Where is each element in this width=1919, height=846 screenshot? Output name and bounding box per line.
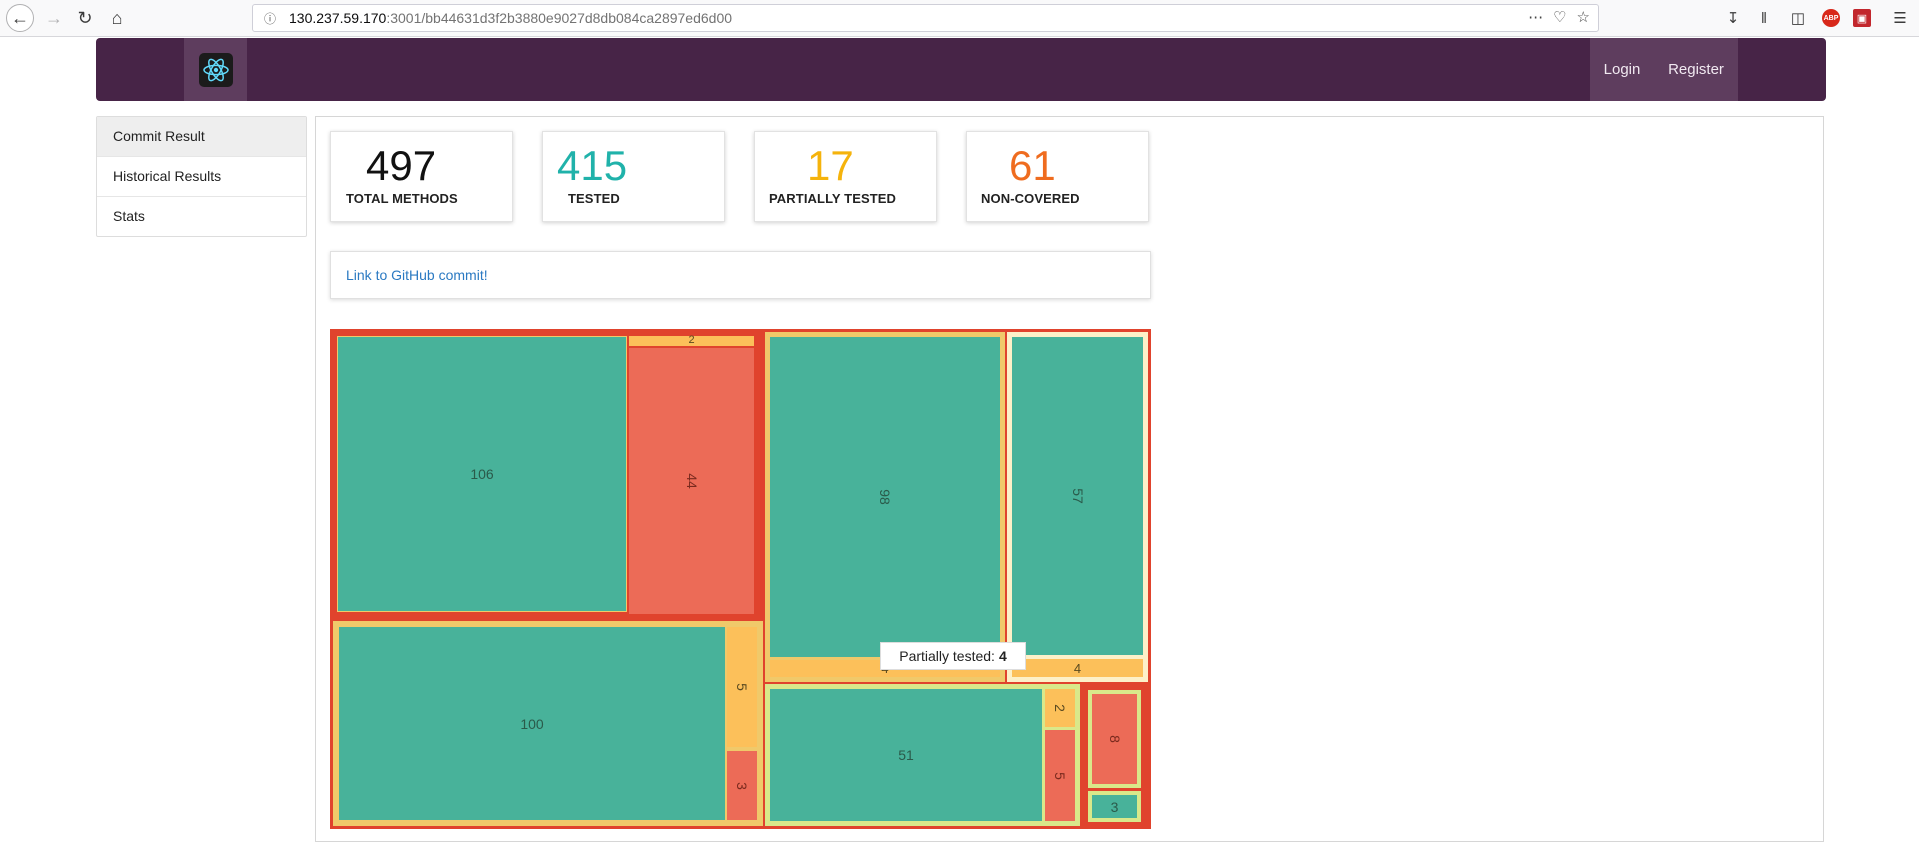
download-icon[interactable]: ↧	[1721, 6, 1745, 30]
treemap-cell-value: 8	[1106, 735, 1123, 743]
stat-label: NON-COVERED	[981, 191, 1080, 206]
page-actions-icon[interactable]: ⋯	[1528, 8, 1543, 26]
sidebar-item-stats[interactable]: Stats	[97, 196, 306, 236]
treemap-cell-partial[interactable]: 4	[1012, 659, 1143, 677]
treemap-cell-uncovered[interactable]: 44	[629, 348, 754, 614]
treemap-cell-partial[interactable]: 2	[1045, 689, 1075, 727]
stat-value: 497	[366, 142, 437, 189]
coverage-treemap: 2 106 44 100 5 3 98 4 57 4 51 2 5 8 3	[330, 329, 1151, 829]
stat-card-non-covered: 61 NON-COVERED	[966, 131, 1149, 222]
reload-icon[interactable]: ↻	[71, 4, 99, 32]
library-icon[interactable]: ‖	[1752, 6, 1776, 30]
url-host: 130.237.59.170	[289, 10, 387, 26]
stat-card-total-methods: 497 TOTAL METHODS	[330, 131, 513, 222]
stat-value: 17	[807, 142, 854, 189]
forward-arrow-icon[interactable]: →	[40, 4, 68, 32]
treemap-cell-tested[interactable]: 57	[1012, 337, 1143, 655]
treemap-cell-value: 106	[470, 466, 494, 482]
stat-card-partially-tested: 17 PARTIALLY TESTED	[754, 131, 937, 222]
github-commit-link[interactable]: Link to GitHub commit!	[346, 267, 488, 283]
brand-logo[interactable]	[184, 38, 247, 101]
treemap-cell-value: 2	[1051, 704, 1068, 712]
github-link-box: Link to GitHub commit!	[330, 251, 1151, 299]
info-icon[interactable]: ⓘ	[259, 10, 281, 27]
stat-label: TESTED	[568, 191, 620, 206]
treemap-cell-tested[interactable]: 3	[1088, 791, 1141, 822]
treemap-cell-partial[interactable]: 5	[727, 627, 757, 747]
treemap-cell-uncovered[interactable]: 3	[727, 751, 757, 820]
treemap-cell-tested[interactable]: 106	[337, 336, 627, 612]
register-link[interactable]: Register	[1654, 38, 1738, 101]
treemap-cell-value: 100	[520, 715, 544, 732]
treemap-cell-tested[interactable]: 98	[770, 337, 1000, 657]
treemap-cell-tested[interactable]: 51	[770, 689, 1042, 821]
stat-card-tested: 415 TESTED	[542, 131, 725, 222]
app-navbar: Login Register	[96, 38, 1826, 101]
treemap-cell-value: 51	[898, 747, 914, 763]
sidebar-item-historical-results[interactable]: Historical Results	[97, 156, 306, 196]
treemap-cell-uncovered[interactable]: 8	[1088, 690, 1141, 788]
treemap-cell-value: 3	[1110, 798, 1119, 815]
url-path: :3001/bb44631d3f2b3880e9027d8db084ca2897…	[386, 10, 733, 26]
treemap-cell-partial[interactable]: 2	[629, 333, 754, 346]
stat-value: 415	[557, 142, 628, 189]
treemap-cell-uncovered[interactable]: 5	[1045, 730, 1075, 821]
login-link[interactable]: Login	[1590, 38, 1654, 101]
sidebar: Commit Result Historical Results Stats	[96, 116, 307, 237]
treemap-cell-value: 44	[683, 473, 700, 489]
adblock-plus-icon[interactable]: ABP	[1822, 9, 1840, 27]
back-arrow-icon[interactable]: ←	[6, 4, 34, 32]
tooltip-value: 4	[998, 648, 1007, 664]
treemap-cell-value: 98	[876, 489, 893, 505]
stat-value: 61	[1009, 142, 1056, 189]
treemap-cell-value: 5	[733, 683, 750, 691]
react-atom-icon	[198, 52, 233, 87]
sidebar-toggle-icon[interactable]: ◫	[1786, 6, 1810, 30]
menu-hamburger-icon[interactable]: ☰	[1888, 6, 1912, 30]
stat-label: TOTAL METHODS	[346, 191, 458, 206]
bookmark-star-icon[interactable]: ☆	[1577, 8, 1590, 26]
tooltip-label: Partially tested:	[899, 648, 995, 664]
sidebar-item-commit-result[interactable]: Commit Result	[97, 117, 306, 156]
treemap-cell-value: 2	[688, 333, 695, 346]
treemap-cell-value: 5	[1051, 771, 1068, 780]
extension-icon[interactable]: ▣	[1853, 9, 1871, 27]
treemap-cell-tested[interactable]: 100	[339, 627, 725, 820]
stat-label: PARTIALLY TESTED	[769, 191, 897, 206]
home-icon[interactable]: ⌂	[103, 4, 131, 32]
treemap-cell-value: 57	[1069, 488, 1086, 504]
pocket-icon[interactable]: ♡	[1553, 8, 1566, 26]
treemap-tooltip: Partially tested: 4	[880, 642, 1026, 670]
browser-toolbar: ← → ↻ ⌂ ⓘ 130.237.59.170:3001/bb44631d3f…	[0, 0, 1919, 37]
treemap-cell-value: 3	[733, 781, 750, 790]
treemap-cell-value: 4	[1073, 660, 1082, 676]
address-bar[interactable]: ⓘ 130.237.59.170:3001/bb44631d3f2b3880e9…	[252, 4, 1599, 32]
